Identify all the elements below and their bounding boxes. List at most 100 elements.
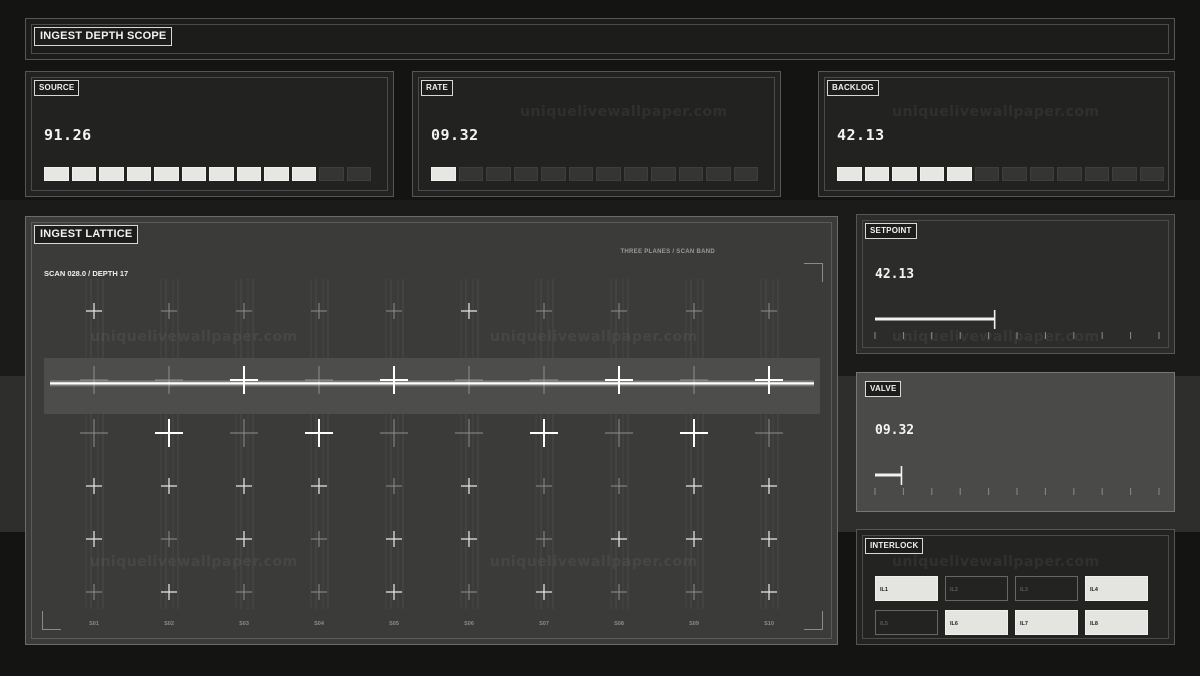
lattice-node xyxy=(311,531,327,547)
lattice-node xyxy=(686,584,702,600)
valve-label: VALVE xyxy=(865,381,902,397)
lattice-node xyxy=(236,303,252,319)
bar-segment xyxy=(892,167,917,181)
column-label: S01 xyxy=(89,621,99,627)
lattice-node xyxy=(611,478,627,494)
ingest-lattice-panel: INGEST LATTICE THREE PLANES / SCAN BAND … xyxy=(25,216,838,645)
lattice-node xyxy=(455,419,483,447)
lattice-node xyxy=(536,478,552,494)
interlock-grid: IL1 IL2 IL3 IL4 IL5 IL6 IL7 IL8 xyxy=(875,576,1148,635)
lattice-node xyxy=(386,531,402,547)
column-label: S09 xyxy=(689,621,699,627)
bar-segment xyxy=(44,167,69,181)
metric-label: RATE xyxy=(421,80,453,96)
lattice-node xyxy=(305,419,333,447)
bar-segment xyxy=(596,167,621,181)
lattice-node xyxy=(161,303,177,319)
bar-segment xyxy=(126,167,151,181)
lattice-node xyxy=(530,419,558,447)
lattice-node xyxy=(230,419,258,447)
metric-backlog: BACKLOG 42.13 xyxy=(818,71,1175,197)
bar-segment xyxy=(1002,167,1027,181)
bar-segment xyxy=(733,167,758,181)
lattice-node xyxy=(680,419,708,447)
lattice-node xyxy=(311,303,327,319)
lattice-node xyxy=(686,303,702,319)
column-label: S04 xyxy=(314,621,324,627)
column-label: S08 xyxy=(614,621,624,627)
bar-segment xyxy=(71,167,96,181)
column-label: S02 xyxy=(164,621,174,627)
bar-segment xyxy=(264,167,289,181)
bar-segment xyxy=(678,167,703,181)
bar-segment xyxy=(568,167,593,181)
bar-segment xyxy=(458,167,483,181)
lattice-node xyxy=(461,478,477,494)
bar-segment xyxy=(1139,167,1164,181)
valve-value: 09.32 xyxy=(875,423,915,438)
column-label: S07 xyxy=(539,621,549,627)
page-title: INGEST DEPTH SCOPE xyxy=(34,27,173,46)
bar-segment xyxy=(431,167,456,181)
lattice-node xyxy=(611,303,627,319)
bar-segment xyxy=(291,167,316,181)
bar-segment xyxy=(974,167,999,181)
bar-segment xyxy=(864,167,889,181)
bar-segment xyxy=(99,167,124,181)
setpoint-value: 42.13 xyxy=(875,267,915,282)
lattice-node xyxy=(461,531,477,547)
lattice-node xyxy=(311,584,327,600)
lattice-node xyxy=(536,584,552,600)
interlock-label: INTERLOCK xyxy=(865,538,924,554)
bar-segment xyxy=(1084,167,1109,181)
bar-segment xyxy=(319,167,344,181)
metric-value: 09.32 xyxy=(431,126,479,144)
column-label: S10 xyxy=(764,621,774,627)
interlock-il6[interactable]: IL6 xyxy=(945,610,1008,635)
interlock-il2[interactable]: IL2 xyxy=(945,576,1008,601)
lattice-node xyxy=(155,419,183,447)
lattice-node xyxy=(236,584,252,600)
lattice-node xyxy=(611,584,627,600)
lattice-node xyxy=(761,584,777,600)
setpoint-label: SETPOINT xyxy=(865,223,917,239)
bar-segment xyxy=(651,167,676,181)
metric-rate: RATE 09.32 xyxy=(412,71,781,197)
header-panel: INGEST DEPTH SCOPE xyxy=(25,18,1175,60)
bar-segment xyxy=(706,167,731,181)
column-label: S05 xyxy=(389,621,399,627)
lattice-node xyxy=(380,419,408,447)
lattice-grid xyxy=(44,279,820,609)
lattice-node xyxy=(461,303,477,319)
metric-bar xyxy=(44,167,371,181)
interlock-il7[interactable]: IL7 xyxy=(1015,610,1078,635)
valve-slider[interactable] xyxy=(873,463,1161,503)
setpoint-slider[interactable] xyxy=(873,307,1161,347)
bar-segment xyxy=(486,167,511,181)
interlock-il8[interactable]: IL8 xyxy=(1085,610,1148,635)
bar-segment xyxy=(837,167,862,181)
valve-panel: VALVE 09.32 xyxy=(856,372,1175,512)
bar-segment xyxy=(623,167,648,181)
lattice-node xyxy=(611,531,627,547)
interlock-il5[interactable]: IL5 xyxy=(875,610,938,635)
interlock-il4[interactable]: IL4 xyxy=(1085,576,1148,601)
interlock-il1[interactable]: IL1 xyxy=(875,576,938,601)
lattice-node xyxy=(386,478,402,494)
metric-label: BACKLOG xyxy=(827,80,879,96)
metric-label: SOURCE xyxy=(34,80,80,96)
bar-segment xyxy=(513,167,538,181)
lattice-node xyxy=(386,303,402,319)
interlock-il3[interactable]: IL3 xyxy=(1015,576,1078,601)
column-label: S06 xyxy=(464,621,474,627)
lattice-node xyxy=(86,478,102,494)
bar-segment xyxy=(209,167,234,181)
lattice-node xyxy=(386,584,402,600)
lattice-node xyxy=(536,303,552,319)
interlock-panel: INTERLOCK IL1 IL2 IL3 IL4 IL5 IL6 IL7 IL8 xyxy=(856,529,1175,645)
lattice-node xyxy=(761,303,777,319)
metric-bar xyxy=(431,167,758,181)
bar-segment xyxy=(236,167,261,181)
lattice-node xyxy=(161,478,177,494)
lattice-node xyxy=(755,419,783,447)
